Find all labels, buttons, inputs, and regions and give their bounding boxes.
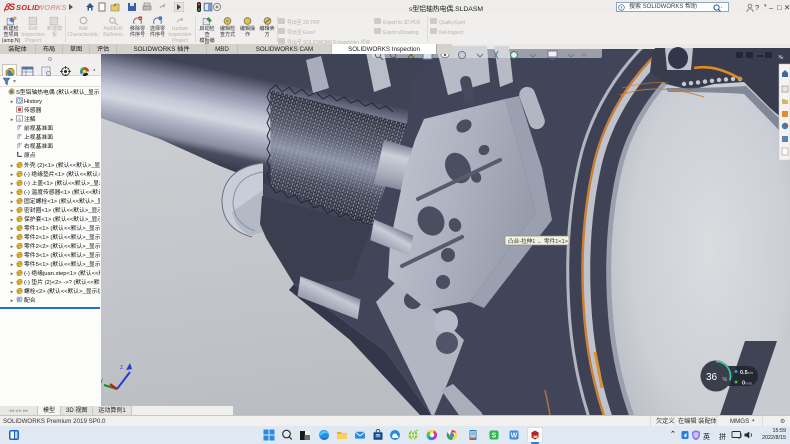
- svg-text:36: 36: [706, 372, 718, 383]
- svg-text:%: %: [723, 377, 728, 383]
- svg-text:凸台-拉伸1 ← 零件1<1>: 凸台-拉伸1 ← 零件1<1>: [508, 237, 568, 245]
- svg-text:𝛽S: 𝛽S: [4, 2, 15, 12]
- svg-text:z: z: [120, 365, 123, 371]
- svg-text:y: y: [101, 378, 103, 384]
- svg-text:×: ×: [778, 54, 782, 61]
- svg-text:WORKS: WORKS: [37, 3, 66, 12]
- svg-text:S: S: [492, 433, 497, 440]
- svg-text:W: W: [511, 433, 518, 440]
